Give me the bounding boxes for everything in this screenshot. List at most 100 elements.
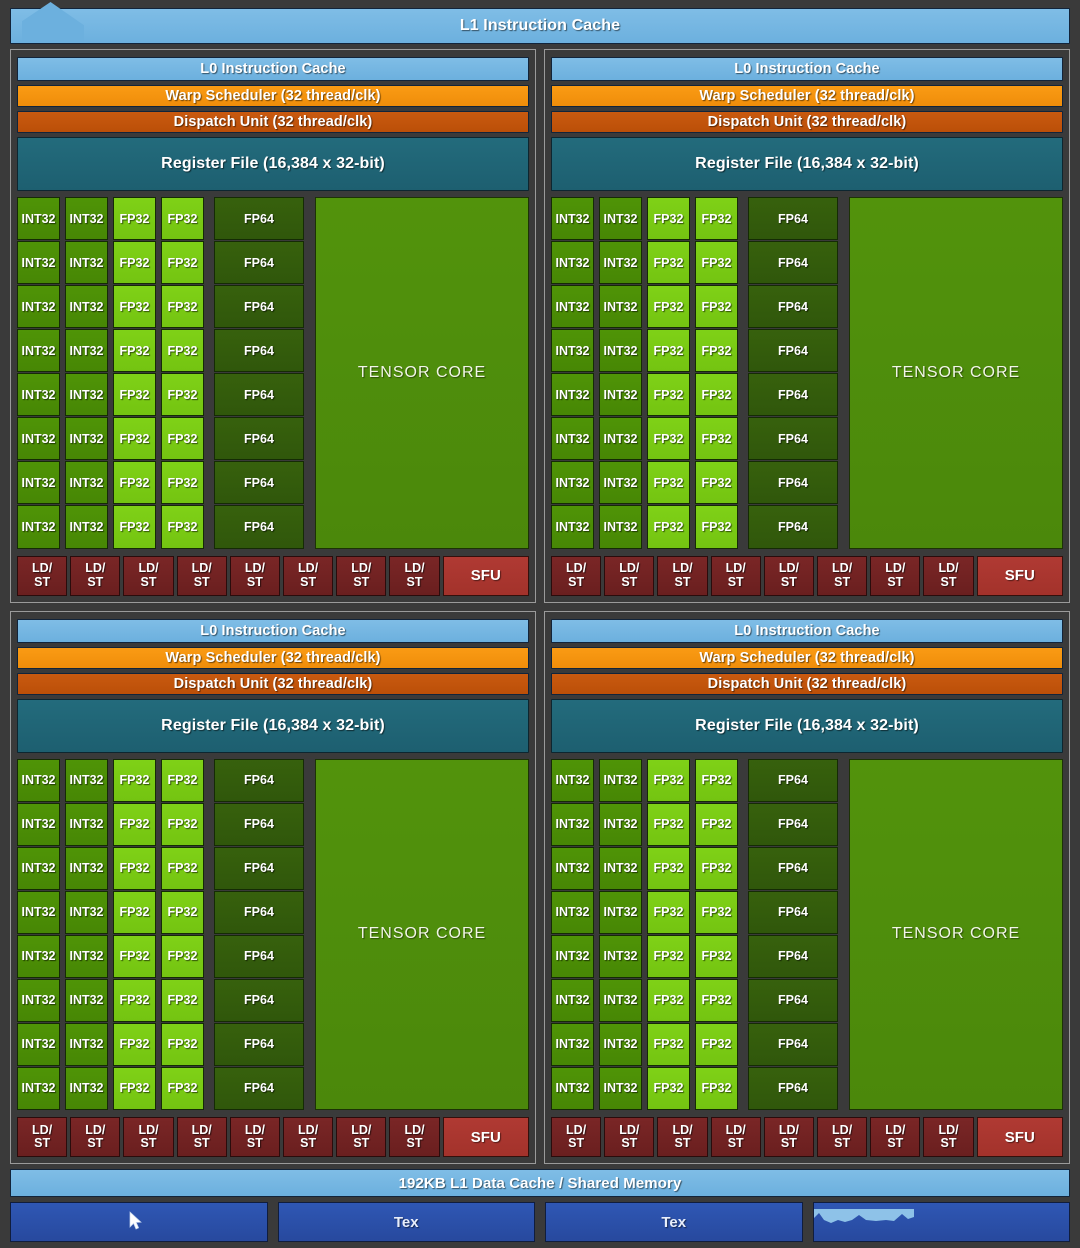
int32-unit[interactable]: INT32	[599, 417, 642, 461]
int32-unit[interactable]: INT32	[17, 1022, 60, 1066]
fp32-unit[interactable]: FP32	[647, 890, 690, 934]
tensor-core[interactable]: TENSOR CORE	[849, 197, 1063, 549]
fp32-unit[interactable]: FP32	[695, 978, 738, 1022]
l0-instruction-cache[interactable]: L0 Instruction Cache	[551, 57, 1063, 81]
tensor-core[interactable]: TENSOR CORE	[315, 197, 529, 549]
fp32-unit[interactable]: FP32	[647, 461, 690, 505]
fp64-unit[interactable]: FP64	[214, 934, 304, 978]
dispatch-unit[interactable]: Dispatch Unit (32 thread/clk)	[551, 111, 1063, 133]
fp32-unit[interactable]: FP32	[161, 1022, 204, 1066]
fp64-unit[interactable]: FP64	[214, 461, 304, 505]
warp-scheduler[interactable]: Warp Scheduler (32 thread/clk)	[17, 85, 529, 107]
special-function-unit[interactable]: SFU	[442, 555, 529, 596]
fp32-unit[interactable]: FP32	[647, 978, 690, 1022]
int32-unit[interactable]: INT32	[65, 329, 108, 373]
fp32-unit[interactable]: FP32	[113, 197, 156, 241]
int32-unit[interactable]: INT32	[551, 417, 594, 461]
tensor-core[interactable]: TENSOR CORE	[315, 758, 529, 1110]
load-store-unit[interactable]: LD/ST	[763, 555, 815, 596]
fp64-unit[interactable]: FP64	[214, 978, 304, 1022]
load-store-unit[interactable]: LD/ST	[17, 1117, 68, 1157]
int32-unit[interactable]: INT32	[599, 978, 642, 1022]
load-store-unit[interactable]: LD/ST	[923, 555, 974, 596]
int32-unit[interactable]: INT32	[551, 802, 594, 846]
fp32-unit[interactable]: FP32	[647, 1066, 690, 1110]
int32-unit[interactable]: INT32	[65, 197, 108, 241]
int32-unit[interactable]: INT32	[17, 978, 60, 1022]
fp32-unit[interactable]: FP32	[695, 197, 738, 241]
int32-unit[interactable]: INT32	[17, 758, 60, 802]
tex-unit-1[interactable]	[10, 1202, 268, 1242]
fp32-unit[interactable]: FP32	[161, 329, 204, 373]
int32-unit[interactable]: INT32	[17, 241, 60, 285]
fp64-unit[interactable]: FP64	[214, 417, 304, 461]
fp64-unit[interactable]: FP64	[748, 1022, 838, 1066]
fp64-unit[interactable]: FP64	[214, 285, 304, 329]
fp64-unit[interactable]: FP64	[214, 329, 304, 373]
int32-unit[interactable]: INT32	[17, 802, 60, 846]
dispatch-unit[interactable]: Dispatch Unit (32 thread/clk)	[17, 672, 529, 695]
fp32-unit[interactable]: FP32	[647, 285, 690, 329]
int32-unit[interactable]: INT32	[599, 934, 642, 978]
fp32-unit[interactable]: FP32	[113, 758, 156, 802]
int32-unit[interactable]: INT32	[551, 890, 594, 934]
int32-unit[interactable]: INT32	[551, 329, 594, 373]
fp64-unit[interactable]: FP64	[748, 802, 838, 846]
int32-unit[interactable]: INT32	[65, 934, 108, 978]
int32-unit[interactable]: INT32	[65, 1066, 108, 1110]
fp64-unit[interactable]: FP64	[214, 1022, 304, 1066]
load-store-unit[interactable]: LD/ST	[604, 555, 655, 596]
load-store-unit[interactable]: LD/ST	[70, 1117, 121, 1157]
int32-unit[interactable]: INT32	[551, 846, 594, 890]
fp32-unit[interactable]: FP32	[161, 461, 204, 505]
warp-scheduler[interactable]: Warp Scheduler (32 thread/clk)	[17, 646, 529, 669]
load-store-unit[interactable]: LD/ST	[176, 555, 227, 596]
tex-unit-2[interactable]: Tex	[277, 1202, 535, 1242]
int32-unit[interactable]: INT32	[551, 373, 594, 417]
fp32-unit[interactable]: FP32	[647, 758, 690, 802]
int32-unit[interactable]: INT32	[65, 285, 108, 329]
fp64-unit[interactable]: FP64	[748, 505, 838, 549]
int32-unit[interactable]: INT32	[599, 197, 642, 241]
fp32-unit[interactable]: FP32	[695, 285, 738, 329]
fp64-unit[interactable]: FP64	[214, 505, 304, 549]
register-file[interactable]: Register File (16,384 x 32-bit)	[551, 698, 1063, 753]
load-store-unit[interactable]: LD/ST	[551, 1117, 602, 1157]
fp32-unit[interactable]: FP32	[113, 890, 156, 934]
fp32-unit[interactable]: FP32	[695, 846, 738, 890]
fp32-unit[interactable]: FP32	[161, 197, 204, 241]
int32-unit[interactable]: INT32	[17, 373, 60, 417]
fp32-unit[interactable]: FP32	[113, 846, 156, 890]
fp64-unit[interactable]: FP64	[748, 978, 838, 1022]
fp64-unit[interactable]: FP64	[214, 846, 304, 890]
fp64-unit[interactable]: FP64	[748, 285, 838, 329]
load-store-unit[interactable]: LD/ST	[710, 1117, 761, 1157]
fp64-unit[interactable]: FP64	[748, 1066, 838, 1110]
int32-unit[interactable]: INT32	[17, 329, 60, 373]
fp64-unit[interactable]: FP64	[748, 890, 838, 934]
fp64-unit[interactable]: FP64	[214, 758, 304, 802]
int32-unit[interactable]: INT32	[551, 934, 594, 978]
fp32-unit[interactable]: FP32	[161, 890, 204, 934]
fp32-unit[interactable]: FP32	[161, 241, 204, 285]
fp32-unit[interactable]: FP32	[113, 329, 156, 373]
load-store-unit[interactable]: LD/ST	[123, 1117, 174, 1157]
fp32-unit[interactable]: FP32	[647, 241, 690, 285]
warp-scheduler[interactable]: Warp Scheduler (32 thread/clk)	[551, 85, 1063, 107]
fp64-unit[interactable]: FP64	[748, 417, 838, 461]
load-store-unit[interactable]: LD/ST	[763, 1117, 815, 1157]
fp32-unit[interactable]: FP32	[161, 1066, 204, 1110]
int32-unit[interactable]: INT32	[65, 373, 108, 417]
load-store-unit[interactable]: LD/ST	[336, 555, 387, 596]
load-store-unit[interactable]: LD/ST	[17, 555, 68, 596]
int32-unit[interactable]: INT32	[65, 461, 108, 505]
int32-unit[interactable]: INT32	[599, 505, 642, 549]
fp64-unit[interactable]: FP64	[214, 802, 304, 846]
load-store-unit[interactable]: LD/ST	[389, 1117, 440, 1157]
int32-unit[interactable]: INT32	[65, 846, 108, 890]
int32-unit[interactable]: INT32	[599, 1022, 642, 1066]
fp32-unit[interactable]: FP32	[647, 197, 690, 241]
fp32-unit[interactable]: FP32	[695, 505, 738, 549]
dispatch-unit[interactable]: Dispatch Unit (32 thread/clk)	[17, 111, 529, 133]
int32-unit[interactable]: INT32	[65, 890, 108, 934]
